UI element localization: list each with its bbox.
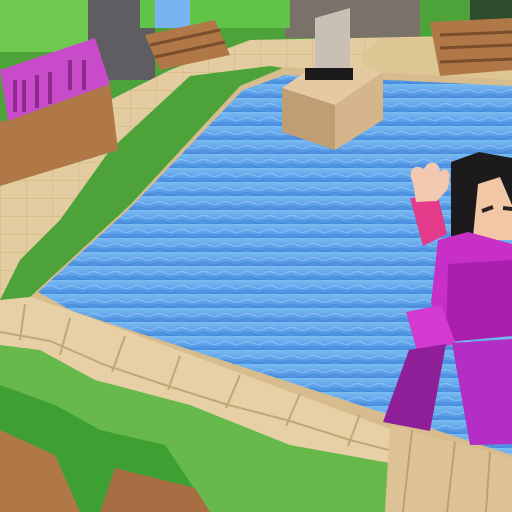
game-viewport[interactable] <box>0 0 512 512</box>
sign-board <box>315 8 350 74</box>
sign-base <box>305 68 353 80</box>
water-strip-top <box>155 0 190 28</box>
distant-grass-left <box>0 0 88 52</box>
stone-tower-center <box>285 0 420 38</box>
avatar-torso-shadow <box>446 260 512 342</box>
